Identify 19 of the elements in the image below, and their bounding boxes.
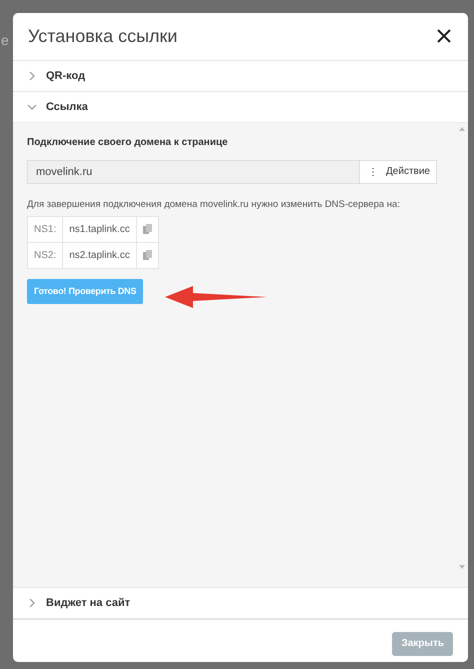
section-title[interactable]: Виджет на сайт [46, 596, 130, 609]
section-title[interactable]: Ссылка [46, 100, 88, 113]
chevron-down-icon[interactable] [28, 102, 36, 111]
copy-icon[interactable] [142, 224, 152, 234]
domain-field[interactable]: movelink.ru [27, 160, 360, 184]
action-button[interactable]: ⋮ Действие [360, 160, 437, 184]
chevron-right-icon[interactable] [28, 72, 36, 80]
close-icon[interactable] [436, 28, 452, 44]
section-title[interactable]: QR-код [46, 70, 86, 82]
dialog-title: Установка ссылки [28, 26, 178, 47]
instruction-text: Для завершения подключения домена movelink.ru нужно изменить DNS-сервера на: [27, 198, 401, 210]
copy-icon[interactable] [142, 250, 152, 260]
ns-label: NS1: [28, 216, 63, 242]
background-text: е [1, 32, 9, 48]
section-heading: Подключение своего домена к странице [27, 136, 229, 148]
ns-value: ns2.taplink.cc [62, 242, 136, 268]
chevron-right-icon[interactable] [28, 598, 36, 607]
ns-value: ns1.taplink.cc [62, 216, 136, 242]
ns-label: NS2: [28, 242, 63, 268]
